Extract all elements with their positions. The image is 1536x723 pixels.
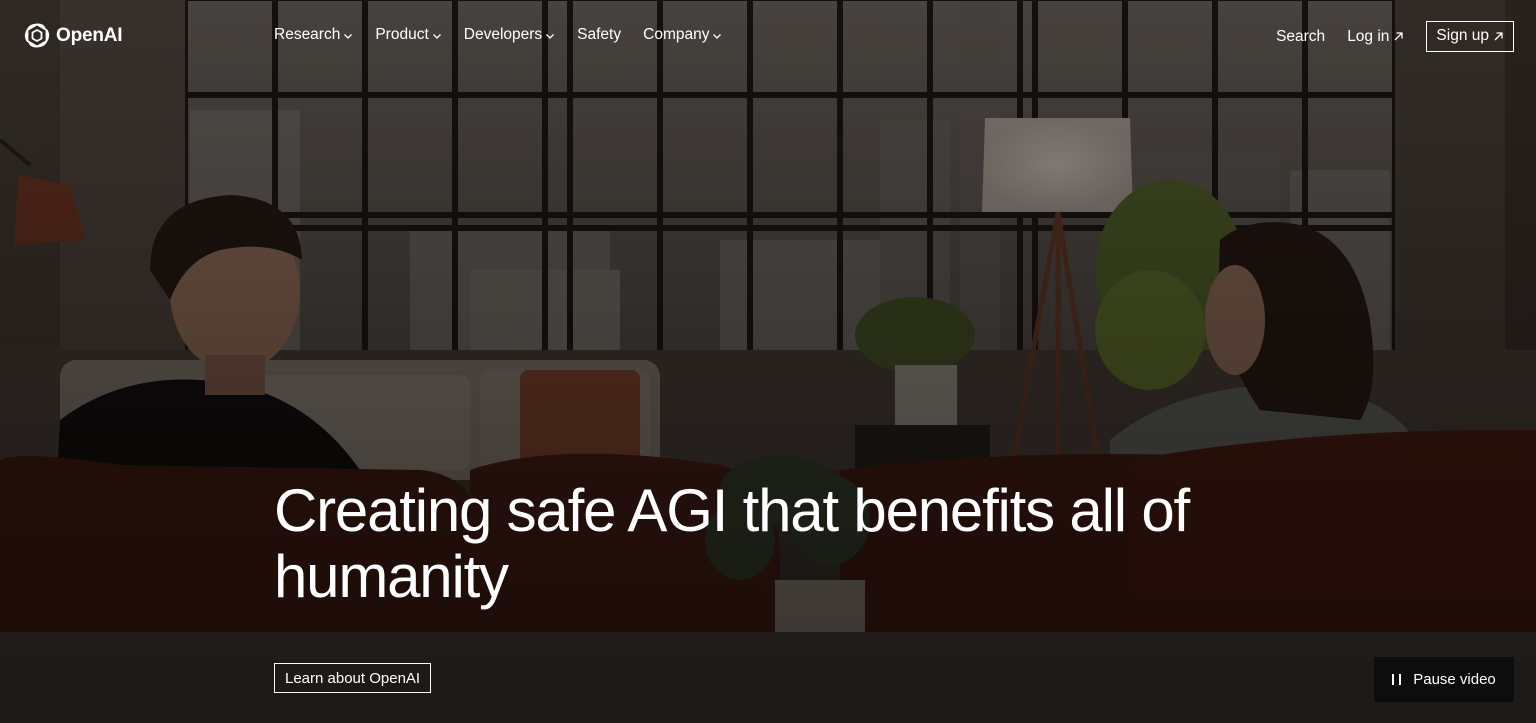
chevron-down-icon xyxy=(546,34,555,39)
account-nav: Search Log in Sign up xyxy=(1276,21,1514,52)
nav-company-label: Company xyxy=(643,26,710,43)
learn-about-openai-button[interactable]: Learn about OpenAI xyxy=(274,663,432,693)
arrow-up-right-icon xyxy=(1394,32,1404,41)
brand-name: OpenAI xyxy=(56,25,123,46)
search-link[interactable]: Search xyxy=(1276,28,1325,46)
hero-video-background xyxy=(0,0,1536,723)
chevron-down-icon xyxy=(344,34,353,39)
chevron-down-icon xyxy=(713,34,722,39)
nav-product[interactable]: Product xyxy=(375,26,441,44)
nav-research[interactable]: Research xyxy=(274,26,353,44)
main-nav: Research Product Developers Safety Compa… xyxy=(274,26,744,44)
login-label: Log in xyxy=(1347,27,1390,45)
hero-headline: Creating safe AGI that benefits all of h… xyxy=(274,477,1190,610)
signup-label: Sign up xyxy=(1436,27,1489,44)
top-navigation-bar: OpenAI Research Product Developers Safet… xyxy=(0,0,1536,72)
pause-icon xyxy=(1392,674,1402,685)
openai-logo-icon xyxy=(24,23,50,48)
nav-safety[interactable]: Safety xyxy=(577,26,621,44)
learn-about-label: Learn about OpenAI xyxy=(285,669,421,687)
nav-developers[interactable]: Developers xyxy=(464,26,555,44)
nav-product-label: Product xyxy=(375,26,429,43)
chevron-down-icon xyxy=(432,34,441,39)
signup-button[interactable]: Sign up xyxy=(1426,21,1514,52)
pause-video-button[interactable]: Pause video xyxy=(1374,657,1514,702)
nav-research-label: Research xyxy=(274,26,341,43)
nav-developers-label: Developers xyxy=(463,26,543,43)
arrow-up-right-icon xyxy=(1494,31,1503,40)
nav-company[interactable]: Company xyxy=(643,26,722,44)
hero-section: OpenAI Research Product Developers Safet… xyxy=(0,0,1536,723)
openai-logo[interactable]: OpenAI xyxy=(22,21,123,51)
login-link[interactable]: Log in xyxy=(1347,28,1404,46)
search-label: Search xyxy=(1276,27,1326,45)
pause-video-label: Pause video xyxy=(1413,671,1496,688)
nav-safety-label: Safety xyxy=(577,26,622,43)
